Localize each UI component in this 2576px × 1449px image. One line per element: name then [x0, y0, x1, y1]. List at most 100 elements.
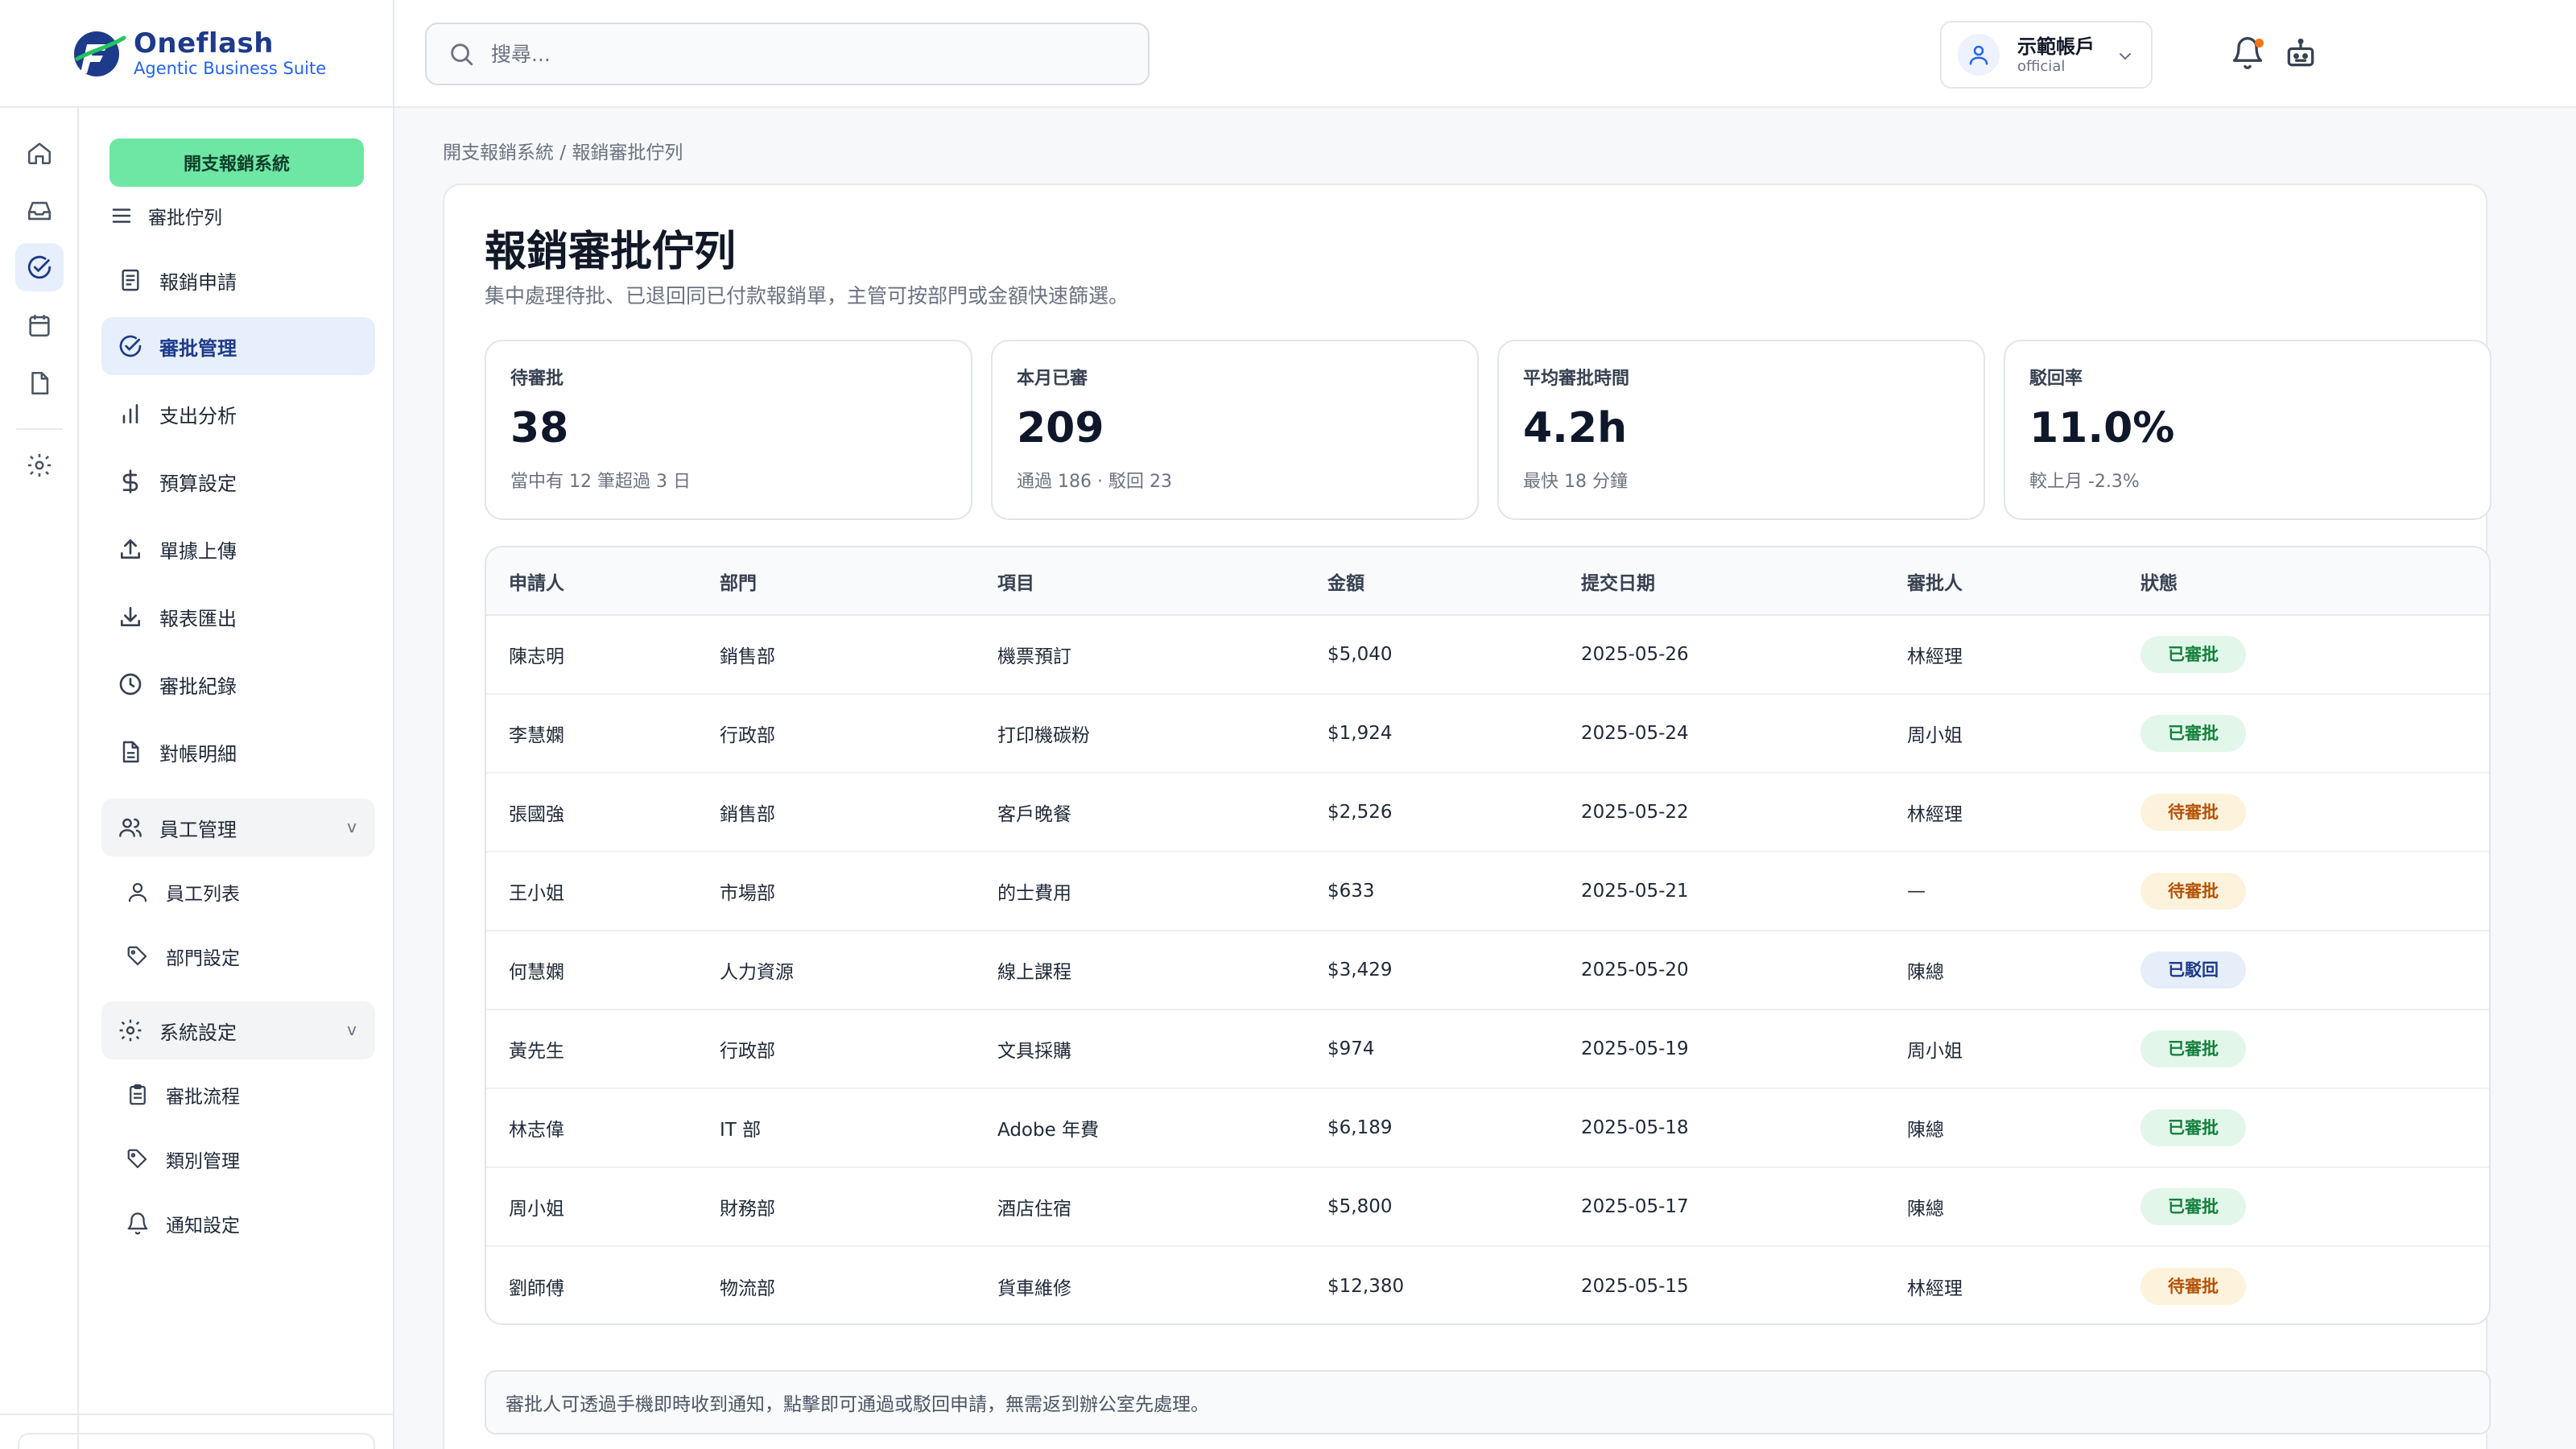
applicant-cell: 張國強	[486, 773, 720, 852]
rail-calendar[interactable]	[15, 301, 64, 349]
column-header-amount[interactable]: 金額	[1327, 547, 1581, 616]
sidebar-item-label: 對帳明細	[159, 742, 237, 766]
sidebar-item-notification-settings[interactable]: 通知設定	[124, 1198, 375, 1249]
stat-note: 通過 186 · 駁回 23	[1017, 472, 1172, 492]
applicant-cell: 林志偉	[486, 1088, 720, 1168]
rail-home[interactable]	[15, 129, 64, 177]
approver-cell: 陳總	[1907, 1088, 2140, 1168]
item-cell: 客戶晚餐	[997, 773, 1327, 852]
expense-system-button[interactable]: 開支報銷系統	[109, 138, 364, 187]
table-row[interactable]: 李慧嫻 行政部 打印機碳粉 $1,924 2025-05-24 周小姐 已審批	[486, 694, 2489, 774]
upload-icon	[121, 539, 140, 559]
item-cell: 機票預訂	[997, 615, 1327, 695]
table-row[interactable]: 何慧嫻 人力資源 線上課程 $3,429 2025-05-20 陳總 已駁回	[486, 931, 2489, 1010]
item-cell: Adobe 年費	[997, 1088, 1327, 1168]
stat-note: 最快 18 分鐘	[1523, 472, 1628, 492]
stat-note: 當中有 12 筆超過 3 日	[510, 472, 691, 492]
notifications-button[interactable]	[2230, 35, 2265, 71]
check-circle-icon	[119, 335, 142, 357]
applicant-cell: 陳志明	[486, 615, 720, 695]
approval-queue-header[interactable]: 審批佇列	[109, 200, 222, 232]
status-cell: 待審批	[2140, 773, 2489, 852]
column-header-approver[interactable]: 審批人	[1907, 547, 2140, 616]
sidebar-group-label: 系統設定	[159, 1021, 237, 1044]
amount-cell: $3,429	[1327, 931, 1581, 1010]
table-row[interactable]: 陳志明 銷售部 機票預訂 $5,040 2025-05-26 林經理 已審批	[486, 615, 2489, 695]
sidebar-item-spending-analysis[interactable]: 支出分析	[101, 385, 375, 443]
sidebar-item-receipt-upload[interactable]: 單據上傳	[101, 520, 375, 578]
file-text-icon	[122, 741, 139, 763]
check-circle-icon	[27, 255, 52, 279]
applicant-cell: 劉師傅	[509, 1278, 564, 1299]
item-cell: 文具採購	[997, 1009, 1327, 1089]
table-row[interactable]: 林志偉 IT 部 Adobe 年費 $6,189 2025-05-18 陳總 已審批	[486, 1088, 2489, 1168]
rail-files[interactable]	[15, 359, 64, 407]
approval-queue-card: 報銷審批佇列 集中處理待批、已退回同已付款報銷單，主管可按部門或金額快速篩選。 …	[443, 184, 2491, 1449]
sidebar-footer-divider	[0, 1414, 394, 1415]
page-title: 報銷審批佇列	[485, 228, 737, 276]
column-header-department[interactable]: 部門	[720, 547, 997, 616]
rail-approvals[interactable]	[15, 243, 64, 291]
search-box[interactable]	[425, 23, 1150, 85]
column-header-item[interactable]: 項目	[997, 547, 1327, 616]
table-row[interactable]: 黃先生 行政部 文具採購 $974 2025-05-19 周小姐 已審批	[486, 1009, 2489, 1089]
applicant-cell: 黃先生	[486, 1009, 720, 1089]
rail-settings[interactable]	[15, 441, 64, 489]
brand-tagline: Agentic Business Suite	[134, 59, 327, 78]
breadcrumb[interactable]: 開支報銷系統 / 報銷審批佇列	[443, 137, 683, 164]
group-chevron: v	[347, 1020, 357, 1039]
top-bar: 示範帳戶 official	[394, 0, 2576, 108]
sidebar-item-department-settings[interactable]: 部門設定	[124, 931, 375, 982]
sidebar-item-label: 審批紀錄	[159, 675, 237, 698]
calendar-icon	[29, 315, 50, 337]
sidebar-item-label: 通知設定	[166, 1216, 240, 1236]
tag-icon	[127, 1149, 147, 1169]
brand-name: Oneflash	[134, 27, 274, 60]
assistant-button[interactable]	[2283, 35, 2318, 71]
table-row[interactable]: 劉師傅 物流部 貨車維修 $12,380 2025-05-15 林經理 待審批	[486, 1246, 2489, 1323]
status-cell: 已審批	[2140, 694, 2489, 774]
column-header-status[interactable]: 狀態	[2140, 547, 2489, 616]
column-header-date[interactable]: 提交日期	[1581, 547, 1907, 616]
avatar	[1958, 34, 2000, 76]
sidebar-group-system-settings[interactable]: 系統設定 v	[101, 1001, 375, 1059]
home-icon	[27, 142, 52, 165]
sidebar-item-label: 審批管理	[159, 336, 237, 360]
sidebar-item-expense-request[interactable]: 報銷申請	[101, 251, 375, 309]
table-row[interactable]: 王小姐 市場部 的士費用 $633 2025-05-21— 待審批	[486, 852, 2489, 931]
amount-cell: $1,924	[1327, 694, 1581, 774]
table-row[interactable]: 周小姐 財務部 酒店住宿 $5,800 2025-05-17 陳總 已審批	[486, 1167, 2489, 1247]
column-header-applicant[interactable]: 申請人	[486, 547, 720, 616]
rail-inbox[interactable]	[15, 187, 64, 235]
status-badge: 待審批	[2140, 873, 2246, 910]
menu-icon	[112, 208, 131, 223]
expense-table: 申請人 部門 項目 金額 提交日期 審批人 狀態 陳志明 銷售部 機票預訂 $5,04…	[486, 547, 2489, 1323]
sidebar-item-approval-management[interactable]: 審批管理	[101, 317, 375, 375]
table-row[interactable]: 張國強 銷售部 客戶晚餐 $2,526 2025-05-22 林經理 待審批	[486, 773, 2489, 852]
item-cell: 貨車維修	[997, 1278, 1071, 1299]
sidebar-item-reconciliation[interactable]: 對帳明細	[101, 723, 375, 781]
sidebar-item-report-export[interactable]: 報表匯出	[101, 588, 375, 646]
approver-cell: 林經理	[1907, 773, 2140, 852]
approver-cell: 周小姐	[1907, 694, 2140, 774]
clipboard-icon	[130, 1084, 146, 1105]
status-cell: 待審批	[2140, 852, 2489, 931]
sidebar-item-label: 報表匯出	[159, 607, 237, 630]
rail-divider	[16, 428, 63, 430]
sidebar-group-staff[interactable]: 員工管理 v	[101, 799, 375, 857]
dollar-icon	[122, 469, 138, 493]
date-cell: 2025-05-15	[1581, 1275, 1689, 1297]
date-cell: 2025-05-26	[1581, 615, 1907, 695]
sidebar-item-approval-flow[interactable]: 審批流程	[124, 1069, 375, 1121]
brand[interactable]: Oneflash Agentic Business Suite	[0, 0, 394, 108]
search-input[interactable]	[491, 42, 1119, 66]
sidebar-item-approval-history[interactable]: 審批紀錄	[101, 655, 375, 713]
sidebar-item-category-management[interactable]: 類別管理	[124, 1133, 375, 1185]
sidebar-item-staff-list[interactable]: 員工列表	[124, 866, 375, 918]
sidebar-item-budget-settings[interactable]: 預算設定	[101, 452, 375, 510]
approver-cell: 林經理	[1907, 1278, 1963, 1299]
account-menu[interactable]: 示範帳戶 official	[1940, 21, 2153, 89]
amount-cell: $633	[1327, 852, 1581, 931]
sidebar-item-label: 支出分析	[159, 404, 237, 427]
date-cell: 2025-05-22	[1581, 773, 1907, 852]
